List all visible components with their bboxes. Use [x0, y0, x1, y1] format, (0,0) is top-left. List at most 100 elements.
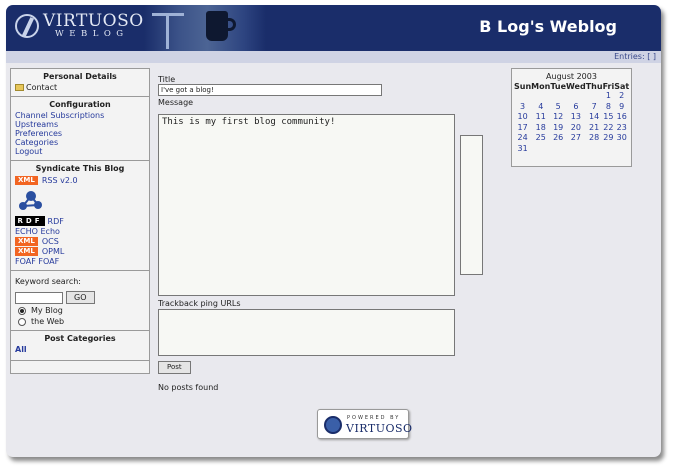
calendar-empty-cell — [514, 91, 531, 102]
calendar-empty-cell — [566, 144, 586, 155]
sidebar: Personal Details Contact Configuration C… — [10, 68, 150, 374]
trackback-textarea[interactable] — [158, 309, 455, 356]
category-all-link[interactable]: All — [15, 345, 145, 354]
rdf-badge: RDF — [15, 216, 45, 226]
calendar-week: 10 11 12 13 14 15 16 — [514, 112, 629, 123]
calendar-day[interactable]: 18 — [531, 123, 550, 134]
go-button[interactable]: GO — [66, 291, 95, 304]
side-scroll-panel[interactable] — [460, 135, 483, 275]
calendar-day[interactable]: 16 — [614, 112, 629, 123]
configuration-section: Configuration Channel Subscriptions Upst… — [11, 97, 149, 161]
calendar-empty-cell — [550, 91, 566, 102]
calendar-week: 17 18 19 20 21 22 23 — [514, 123, 629, 134]
calendar-day[interactable]: 1 — [603, 91, 615, 102]
calendar-day-header: Tue — [550, 82, 567, 91]
calendar-day[interactable]: 3 — [514, 102, 531, 113]
post-categories-section: Post Categories All — [11, 331, 149, 361]
logo-sub-text: WEBLOG — [55, 29, 129, 39]
calendar-day[interactable]: 11 — [531, 112, 550, 123]
calendar-day-header: Sun — [514, 82, 532, 91]
calendar-empty-cell — [603, 144, 615, 155]
rdf-link[interactable]: RDF — [48, 217, 64, 226]
header-decoration-image — [144, 5, 266, 51]
calendar-day[interactable]: 7 — [586, 102, 603, 113]
calendar-day[interactable]: 8 — [603, 102, 615, 113]
calendar-day[interactable]: 10 — [514, 112, 531, 123]
calendar-empty-cell — [586, 91, 603, 102]
header-banner: VIRTUOSO WEBLOG B Log's Weblog — [6, 5, 661, 51]
contact-link[interactable]: Contact — [26, 83, 57, 92]
upstreams-link[interactable]: Upstreams — [15, 120, 145, 129]
entries-bar: Entries: [ ] — [6, 51, 661, 63]
calendar-day[interactable]: 2 — [614, 91, 629, 102]
search-section: Keyword search: GO My Blog the Web — [11, 271, 149, 331]
categories-link[interactable]: Categories — [15, 138, 145, 147]
foaf-link[interactable]: FOAF FOAF — [15, 257, 145, 266]
virtuoso-logo[interactable]: VIRTUOSO WEBLOG — [15, 13, 144, 39]
powered-by-virtuoso-badge[interactable]: POWERED BY VIRTUOSO — [317, 409, 412, 439]
weblog-window: VIRTUOSO WEBLOG B Log's Weblog Entries: … — [6, 5, 661, 457]
calendar-day[interactable]: 17 — [514, 123, 531, 134]
calendar-day[interactable]: 12 — [550, 112, 566, 123]
entries-link[interactable]: Entries: [ ] — [614, 52, 656, 61]
calendar-day[interactable]: 28 — [586, 133, 603, 144]
personal-details-heading: Personal Details — [43, 72, 117, 81]
calendar-day[interactable]: 30 — [614, 133, 629, 144]
mug-icon — [206, 11, 228, 41]
calendar-week: 24 25 26 27 28 29 30 — [514, 133, 629, 144]
calendar-day[interactable]: 31 — [514, 144, 531, 155]
echo-link[interactable]: ECHO Echo — [15, 227, 145, 236]
virtuoso-logo-icon — [15, 14, 39, 38]
opml-link[interactable]: OPML — [42, 247, 64, 256]
calendar-day[interactable]: 13 — [566, 112, 586, 123]
calendar-day-header: Wed — [566, 82, 586, 91]
calendar-empty-cell — [566, 91, 586, 102]
syndicate-section: Syndicate This Blog XML RSS v2.0 RDF RDF… — [11, 161, 149, 271]
logout-link[interactable]: Logout — [15, 147, 145, 156]
calendar-day[interactable]: 20 — [566, 123, 586, 134]
ocs-xml-badge[interactable]: XML — [15, 237, 38, 246]
message-textarea[interactable]: This is my first blog community! — [158, 114, 455, 296]
calendar-day[interactable]: 21 — [586, 123, 603, 134]
calendar-day-header: Sat — [614, 82, 630, 91]
calendar-day[interactable]: 4 — [531, 102, 550, 113]
radio-my-blog-indicator[interactable] — [18, 306, 26, 315]
calendar-day[interactable]: 23 — [614, 123, 629, 134]
post-button[interactable]: Post — [158, 361, 191, 374]
no-posts-message: No posts found — [158, 383, 219, 392]
calendar-day[interactable]: 15 — [603, 112, 615, 123]
calendar-day[interactable]: 27 — [566, 133, 586, 144]
radio-my-blog[interactable]: My Blog — [15, 306, 145, 315]
message-label: Message — [158, 98, 194, 107]
calendar-day[interactable]: 6 — [566, 102, 586, 113]
calendar-empty-cell — [614, 144, 629, 155]
keyword-search-input[interactable] — [15, 291, 63, 304]
calendar-day[interactable]: 14 — [586, 112, 603, 123]
calendar-day[interactable]: 19 — [550, 123, 566, 134]
radio-the-web-indicator[interactable] — [18, 317, 26, 326]
calendar-day[interactable]: 22 — [603, 123, 615, 134]
calendar-week: 3456789 — [514, 102, 629, 113]
calendar-title: August 2003 — [546, 72, 597, 81]
calendar-day[interactable]: 9 — [614, 102, 629, 113]
calendar-day[interactable]: 25 — [531, 133, 550, 144]
rss-xml-badge[interactable]: XML — [15, 176, 38, 185]
calendar-day[interactable]: 5 — [550, 102, 566, 113]
opml-xml-badge[interactable]: XML — [15, 247, 38, 256]
calendar-day-header: Fri — [602, 82, 615, 91]
channel-subscriptions-link[interactable]: Channel Subscriptions — [15, 111, 145, 120]
site-title: B Log's Weblog — [479, 17, 617, 36]
configuration-heading: Configuration — [49, 100, 111, 109]
preferences-link[interactable]: Preferences — [15, 129, 145, 138]
calendar: August 2003 Sun Mon Tue Wed Thu Fri Sat 123456… — [511, 68, 632, 167]
calendar-day[interactable]: 29 — [603, 133, 615, 144]
rss-link[interactable]: RSS v2.0 — [42, 176, 78, 185]
radio-the-web[interactable]: the Web — [15, 317, 145, 326]
radio-my-blog-label: My Blog — [31, 306, 63, 315]
rdf-logo-icon[interactable]: RDF — [15, 188, 45, 226]
logo-main-text: VIRTUOSO — [43, 11, 144, 31]
calendar-day[interactable]: 26 — [550, 133, 566, 144]
title-input[interactable]: I've got a blog! — [158, 84, 382, 96]
calendar-day[interactable]: 24 — [514, 133, 531, 144]
ocs-link[interactable]: OCS — [42, 237, 59, 246]
